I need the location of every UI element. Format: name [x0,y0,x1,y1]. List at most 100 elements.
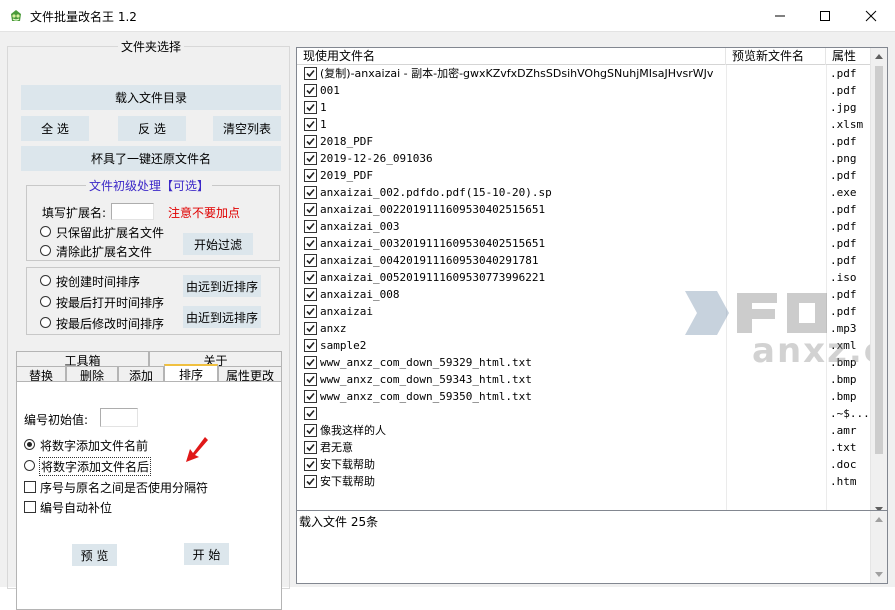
row-checkbox[interactable] [304,101,317,114]
table-row[interactable]: 2019_PDF .pdf [297,167,887,184]
table-row[interactable]: 安下载帮助 .doc [297,456,887,473]
table-row[interactable]: www_anxz_com_down_59343_html.txt .bmp [297,371,887,388]
row-checkbox[interactable] [304,441,317,454]
check-icon [306,375,315,384]
row-checkbox[interactable] [304,305,317,318]
sort-opened-radio[interactable] [40,296,51,307]
preview-button[interactable]: 预 览 [72,544,117,566]
row-checkbox[interactable] [304,237,317,250]
maximize-button[interactable] [802,0,848,31]
table-row[interactable]: 君无意 .txt [297,439,887,456]
separator-checkbox[interactable] [24,481,36,493]
table-row[interactable]: anxaizai_0032019111609530402515651 .pdf [297,235,887,252]
start-number-input[interactable] [100,408,138,427]
table-row[interactable]: .~$... [297,405,887,422]
log-scroll-down-arrow[interactable] [871,566,887,583]
table-row[interactable]: 2019-12-26_091036 .png [297,150,887,167]
file-list[interactable]: 现使用文件名 预览新文件名 属性 (复制)-anxaizai - 副本-加密-g… [296,47,888,519]
row-attribute: .pdf [830,67,857,80]
row-attribute: .pdf [830,203,857,216]
table-row[interactable]: 安下载帮助 .htm [297,473,887,490]
table-row[interactable]: anxaizai_003 .pdf [297,218,887,235]
row-checkbox[interactable] [304,152,317,165]
table-row[interactable]: anxaizai_0052019111609530773996221 .iso [297,269,887,286]
row-checkbox[interactable] [304,254,317,267]
table-row[interactable]: www_anxz_com_down_59329_html.txt .bmp [297,354,887,371]
row-checkbox[interactable] [304,203,317,216]
far-to-near-button[interactable]: 由远到近排序 [183,275,261,297]
row-attribute: .txt [830,441,857,454]
restore-names-button[interactable]: 杯具了一键还原文件名 [21,146,281,171]
close-button[interactable] [848,0,894,31]
start-button[interactable]: 开 始 [184,543,229,565]
column-preview-name[interactable]: 预览新文件名 [726,48,826,65]
near-to-far-button[interactable]: 由近到远排序 [183,306,261,328]
scroll-thumb[interactable] [875,66,883,454]
row-preview-name [732,456,824,473]
check-icon [306,154,315,163]
table-row[interactable]: 001 .pdf [297,82,887,99]
table-row[interactable]: anxaizai_0022019111609530402515651 .pdf [297,201,887,218]
sort-modified-label: 按最后修改时间排序 [56,317,165,331]
row-checkbox[interactable] [304,458,317,471]
client-area: 文件夹选择 载入文件目录 全 选 反 选 清空列表 杯具了一键还原文件名 文件初… [0,31,895,610]
row-checkbox[interactable] [304,288,317,301]
remove-ext-radio[interactable] [40,245,51,256]
table-row[interactable]: anxaizai_008 .pdf [297,286,887,303]
row-checkbox[interactable] [304,322,317,335]
table-row[interactable]: (复制)-anxaizai - 副本-加密-gwxKZvfxDZhsSDsihV… [297,65,887,82]
prefix-number-radio[interactable] [24,439,35,450]
row-checkbox[interactable] [304,407,317,420]
table-row[interactable]: www_anxz_com_down_59350_html.txt .bmp [297,388,887,405]
file-list-scrollbar[interactable] [870,48,887,518]
row-checkbox[interactable] [304,169,317,182]
row-checkbox[interactable] [304,356,317,369]
row-checkbox[interactable] [304,84,317,97]
start-filter-button[interactable]: 开始过滤 [183,233,253,255]
auto-pad-checkbox[interactable] [24,501,36,513]
table-row[interactable]: anxaizai_004201911160953040291781 .pdf [297,252,887,269]
table-row[interactable]: 1 .xlsm [297,116,887,133]
table-row[interactable]: anxaizai_002.pdfdo.pdf(15-10-20).sp .exe [297,184,887,201]
row-checkbox[interactable] [304,475,317,488]
row-checkbox[interactable] [304,220,317,233]
row-attribute: .mp3 [830,322,857,335]
load-folder-button[interactable]: 载入文件目录 [21,85,281,110]
row-checkbox[interactable] [304,339,317,352]
column-current-name[interactable]: 现使用文件名 [297,48,726,65]
select-all-button[interactable]: 全 选 [21,116,89,141]
minimize-button[interactable] [757,0,803,31]
scroll-up-arrow[interactable] [871,48,887,65]
table-row[interactable]: anxz .mp3 [297,320,887,337]
log-box[interactable]: 载入文件 25条 [296,510,888,584]
row-attribute: .bmp [830,356,857,369]
row-checkbox[interactable] [304,118,317,131]
table-row[interactable]: sample2 .xml [297,337,887,354]
ext-input[interactable] [111,203,154,220]
chevron-up-icon [875,54,883,59]
suffix-number-radio[interactable] [24,460,35,471]
table-row[interactable]: anxaizai .pdf [297,303,887,320]
row-checkbox[interactable] [304,271,317,284]
sort-modified-radio[interactable] [40,317,51,328]
invert-selection-button[interactable]: 反 选 [118,116,186,141]
row-current-name: anxaizai_0032019111609530402515651 [320,237,546,250]
sort-created-radio[interactable] [40,275,51,286]
row-checkbox[interactable] [304,373,317,386]
keep-ext-radio[interactable] [40,226,51,237]
row-attribute: .pdf [830,305,857,318]
row-checkbox[interactable] [304,67,317,80]
row-checkbox[interactable] [304,186,317,199]
log-scrollbar[interactable] [870,511,887,583]
row-checkbox[interactable] [304,135,317,148]
row-checkbox[interactable] [304,390,317,403]
table-row[interactable]: 像我这样的人 .amr [297,422,887,439]
table-row[interactable]: 2018_PDF .pdf [297,133,887,150]
table-row[interactable]: 1 .jpg [297,99,887,116]
row-current-name: 君无意 [320,441,353,454]
log-scroll-up-arrow[interactable] [871,511,887,528]
folder-group-legend: 文件夹选择 [118,38,185,55]
clear-list-button[interactable]: 清空列表 [213,116,281,141]
column-attribute[interactable]: 属性 [826,48,872,65]
row-checkbox[interactable] [304,424,317,437]
